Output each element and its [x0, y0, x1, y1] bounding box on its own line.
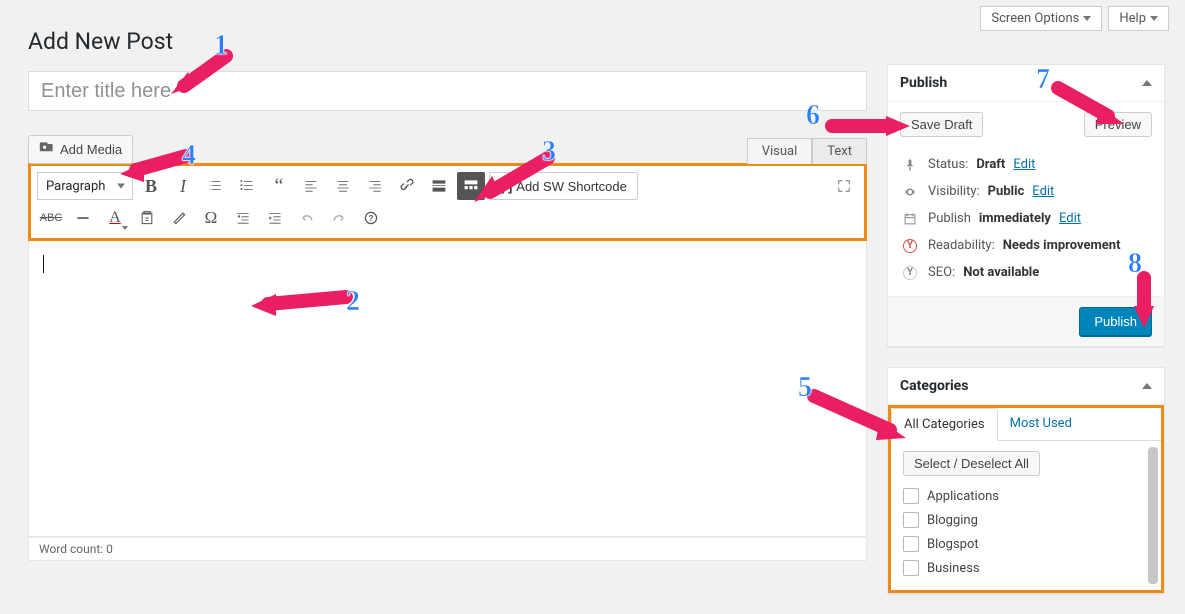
tab-all-categories[interactable]: All Categories — [891, 408, 998, 441]
categories-metabox: Categories All Categories Most Used Sele… — [887, 367, 1165, 594]
format-select[interactable]: Paragraph — [37, 172, 133, 200]
collapse-icon — [1142, 383, 1152, 389]
screen-options-label: Screen Options — [991, 11, 1079, 26]
read-more-button[interactable] — [425, 172, 453, 200]
select-deselect-all-button[interactable]: Select / Deselect All — [903, 451, 1040, 476]
align-left-button[interactable] — [297, 172, 325, 200]
screen-options-tab[interactable]: Screen Options — [980, 6, 1102, 31]
preview-button[interactable]: Preview — [1084, 112, 1152, 137]
categories-box-title: Categories — [900, 378, 968, 394]
special-character-button[interactable]: Ω — [197, 204, 225, 232]
yoast-seo-icon: Y — [900, 266, 920, 280]
horizontal-rule-button[interactable] — [69, 204, 97, 232]
text-cursor — [43, 255, 44, 273]
redo-button[interactable] — [325, 204, 353, 232]
word-count-status: Word count: 0 — [28, 537, 867, 561]
chevron-down-icon — [1083, 16, 1091, 21]
page-title: Add New Post — [28, 28, 867, 55]
checkbox-icon[interactable] — [903, 488, 919, 504]
categories-box-header[interactable]: Categories — [888, 368, 1164, 405]
add-sw-shortcode-button[interactable]: [ ] Add SW Shortcode — [489, 172, 638, 200]
category-label: Business — [927, 561, 980, 576]
help-label: Help — [1119, 11, 1146, 26]
calendar-icon — [900, 212, 920, 226]
tab-most-used[interactable]: Most Used — [998, 408, 1084, 440]
bullet-list-button[interactable] — [201, 172, 229, 200]
clear-formatting-button[interactable] — [165, 204, 193, 232]
toolbar-toggle-button[interactable] — [457, 172, 485, 200]
category-label: Applications — [927, 489, 999, 504]
checkbox-icon[interactable] — [903, 512, 919, 528]
category-label: Blogspot — [927, 537, 979, 552]
category-item[interactable]: Applications — [903, 484, 1149, 508]
camera-music-icon — [39, 140, 55, 159]
add-media-button[interactable]: Add Media — [28, 135, 133, 164]
italic-button[interactable]: I — [169, 172, 197, 200]
edit-status-link[interactable]: Edit — [1013, 157, 1035, 172]
category-item[interactable]: Blogspot — [903, 532, 1149, 556]
outdent-button[interactable] — [229, 204, 257, 232]
word-count-label: Word count: 0 — [39, 542, 113, 556]
fullscreen-button[interactable] — [830, 172, 858, 200]
align-center-button[interactable] — [329, 172, 357, 200]
publish-metabox: Publish Save Draft Preview Status: Draft… — [887, 64, 1165, 347]
bold-button[interactable]: B — [137, 172, 165, 200]
help-tab[interactable]: Help — [1108, 6, 1169, 31]
indent-button[interactable] — [261, 204, 289, 232]
strikethrough-button[interactable]: ABC — [37, 204, 65, 232]
checkbox-icon[interactable] — [903, 536, 919, 552]
publish-box-title: Publish — [900, 75, 947, 91]
format-select-label: Paragraph — [46, 179, 105, 194]
publish-box-header[interactable]: Publish — [888, 65, 1164, 102]
pin-icon — [900, 158, 920, 172]
scrollbar[interactable] — [1148, 447, 1158, 584]
edit-visibility-link[interactable]: Edit — [1032, 184, 1054, 199]
blockquote-button[interactable]: “ — [265, 172, 293, 200]
align-right-button[interactable] — [361, 172, 389, 200]
category-label: Blogging — [927, 513, 978, 528]
link-button[interactable] — [393, 172, 421, 200]
save-draft-button[interactable]: Save Draft — [900, 112, 983, 137]
svg-text:?: ? — [369, 214, 374, 223]
undo-button[interactable] — [293, 204, 321, 232]
category-item[interactable]: Blogging — [903, 508, 1149, 532]
tab-text[interactable]: Text — [812, 138, 867, 164]
post-content-editor[interactable] — [28, 241, 867, 537]
shortcode-icon: [ ] — [500, 179, 512, 194]
text-color-button[interactable]: A — [101, 204, 129, 232]
chevron-down-icon — [1150, 16, 1158, 21]
keyboard-help-button[interactable]: ? — [357, 204, 385, 232]
collapse-icon — [1142, 80, 1152, 86]
category-item[interactable]: Business — [903, 556, 1149, 580]
editor-toolbar: Paragraph B I “ [ ] Add SW Shortcode — [28, 163, 867, 241]
shortcode-label: Add SW Shortcode — [516, 179, 627, 194]
tab-visual[interactable]: Visual — [747, 138, 813, 164]
edit-schedule-link[interactable]: Edit — [1059, 211, 1081, 226]
post-title-input[interactable] — [28, 71, 867, 111]
yoast-readability-icon: Y — [900, 239, 920, 253]
eye-icon — [900, 185, 920, 199]
paste-text-button[interactable] — [133, 204, 161, 232]
numbered-list-button[interactable] — [233, 172, 261, 200]
checkbox-icon[interactable] — [903, 560, 919, 576]
add-media-label: Add Media — [60, 142, 122, 157]
publish-button[interactable]: Publish — [1079, 307, 1152, 336]
